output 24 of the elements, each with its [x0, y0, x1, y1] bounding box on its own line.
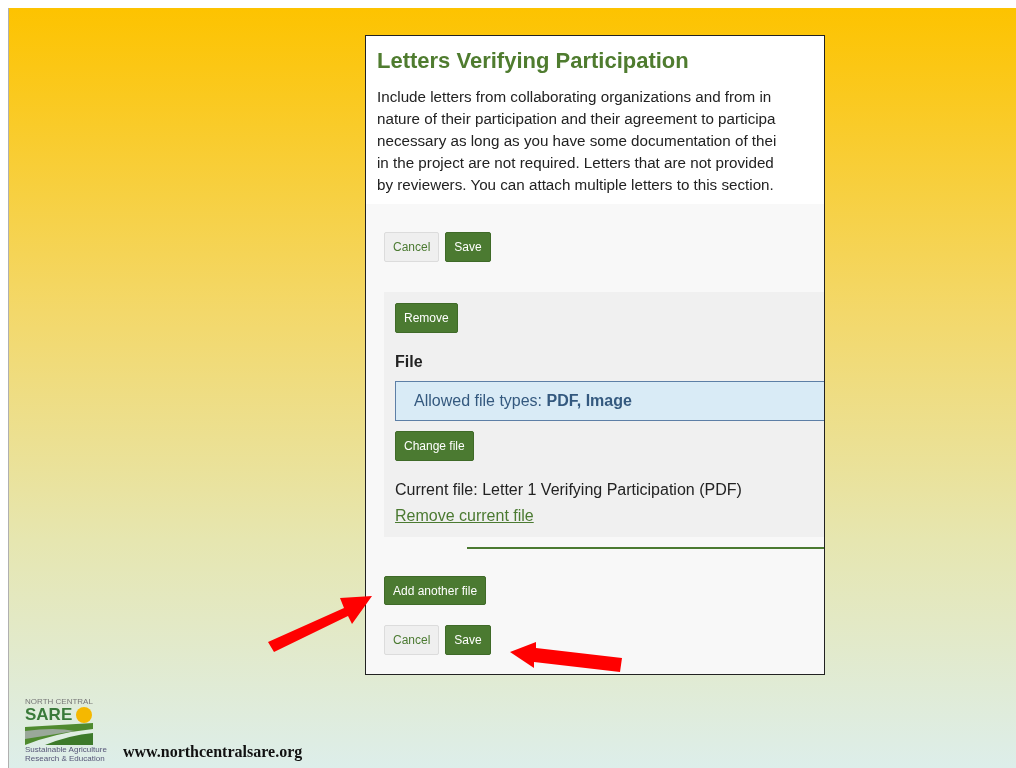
logo-text: SARE [25, 706, 73, 723]
remove-file-link[interactable]: Remove current file [395, 507, 534, 525]
save-button[interactable]: Save [445, 232, 491, 262]
website-url: www.northcentralsare.org [123, 743, 303, 761]
change-file-button[interactable]: Change file [395, 431, 474, 461]
description-line: in the project are not required. Letters that are not provided [377, 153, 775, 173]
description-line: nature of their participation and their agreement to participa [377, 109, 777, 129]
add-file-button[interactable]: Add another file [384, 576, 487, 605]
cancel-button[interactable]: Cancel [384, 625, 440, 655]
cancel-button[interactable]: Cancel [384, 232, 440, 262]
sun-icon [76, 707, 93, 723]
section-title: Letters Verifying Participation [377, 48, 690, 74]
fields-drawing [25, 723, 93, 745]
description-line: by reviewers. You can attach multiple letters to this section. [377, 175, 775, 195]
description-line: Include letters from collaborating organizations and from in [377, 87, 773, 107]
description-line: necessary as long as you have some documentation of thei [377, 131, 778, 151]
allowed-types-notice: Allowed file types: PDF, Image [395, 381, 824, 421]
current-file-text: Current file: Letter 1 Verifying Participation (PDF) [395, 481, 742, 499]
logo-tagline: Sustainable Agriculture [25, 745, 108, 754]
logo-text: NORTH CENTRAL [25, 697, 94, 706]
save-button[interactable]: Save [445, 625, 491, 655]
logo-tagline: Research & Education [25, 754, 106, 763]
remove-button[interactable]: Remove [395, 303, 458, 333]
field-label: File [395, 353, 423, 371]
